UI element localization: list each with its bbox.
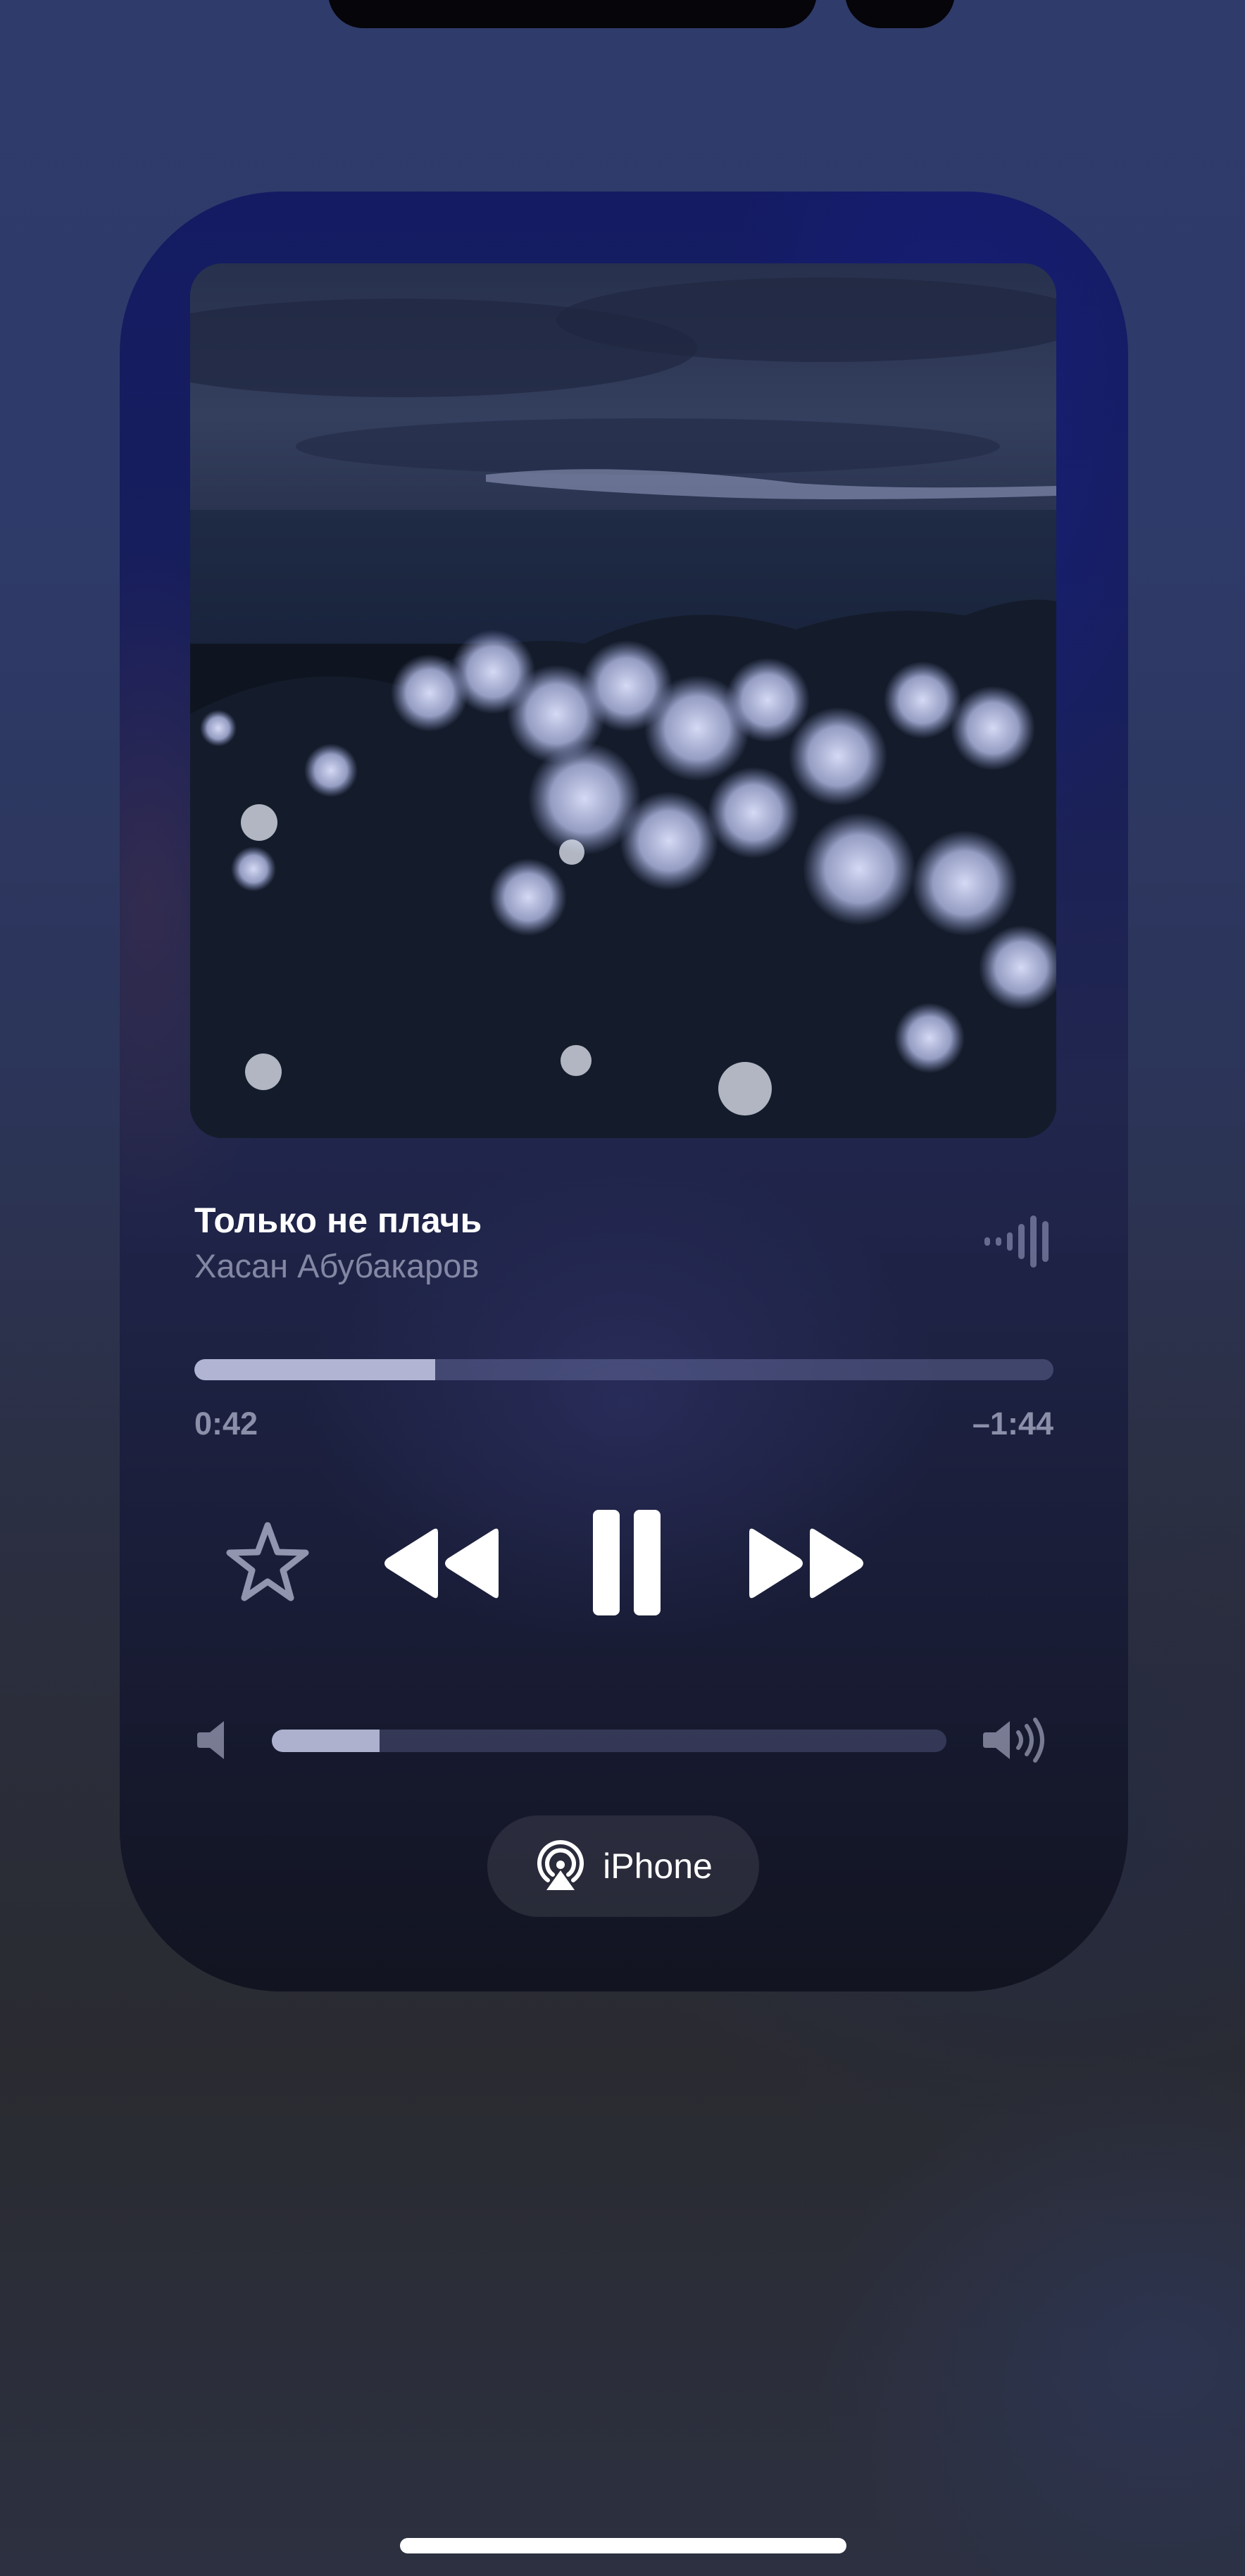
pause-button[interactable] [570,1497,683,1624]
output-device-label: iPhone [603,1846,713,1886]
now-playing-card: Только не плачь Хасан Абубакаров 0:42 –1… [120,192,1128,1992]
track-artist[interactable]: Хасан Абубакаров [194,1246,479,1285]
progress-scrubber[interactable] [194,1359,1053,1380]
speaker-high-icon [982,1717,1051,1763]
track-title: Только не плачь [194,1201,482,1240]
rewind-icon [384,1528,499,1599]
progress-fill [194,1359,435,1380]
time-elapsed: 0:42 [194,1406,258,1442]
waveform-icon [984,1214,1053,1269]
dynamic-island-secondary [845,0,955,28]
airplay-icon [537,1840,584,1890]
speaker-low-icon [194,1718,237,1762]
star-icon [226,1522,309,1601]
favorite-button[interactable] [218,1514,317,1613]
volume-slider[interactable] [272,1730,946,1752]
dynamic-island [328,0,817,28]
home-indicator[interactable] [400,2538,846,2553]
fast-forward-icon [749,1528,863,1599]
pause-icon [593,1510,661,1615]
rewind-button[interactable] [377,1521,504,1606]
fast-forward-button[interactable] [744,1521,870,1606]
time-remaining: –1:44 [972,1406,1053,1442]
airplay-output-button[interactable]: iPhone [487,1815,759,1917]
album-artwork [190,263,1056,1138]
volume-fill [272,1730,380,1752]
